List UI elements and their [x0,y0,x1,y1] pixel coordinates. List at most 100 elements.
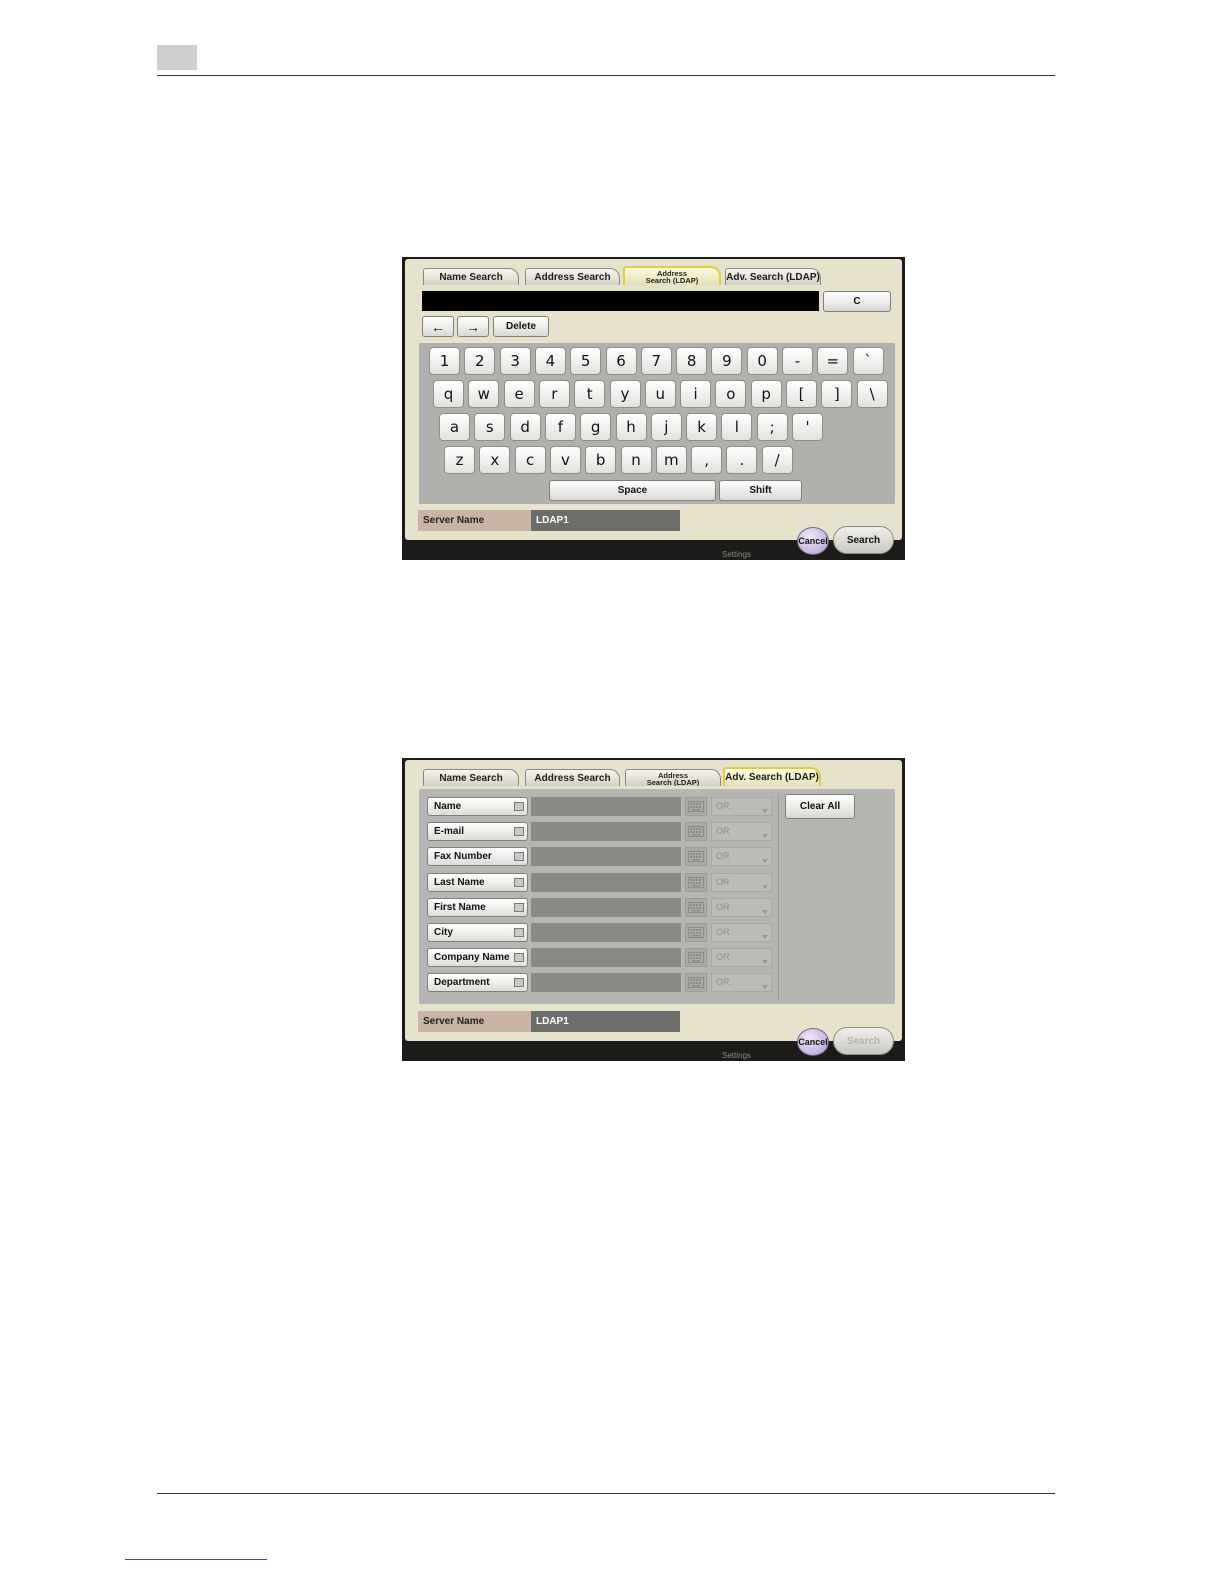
key[interactable]: i [680,380,712,408]
key[interactable]: r [538,380,570,408]
operator-select[interactable]: OR [711,923,772,942]
cancel-button[interactable]: Cancel [797,1028,829,1056]
server-name-value[interactable]: LDAP1 [531,510,680,531]
tab-name-search[interactable]: Name Search [423,268,519,285]
checkbox[interactable] [514,978,524,988]
key[interactable]: 9 [711,347,743,375]
checkbox[interactable] [514,802,524,811]
tab-address-search-ldap[interactable]: Address Search (LDAP) [623,266,721,285]
key[interactable]: 6 [605,347,637,375]
checkbox[interactable] [514,877,524,887]
clear-all-button[interactable]: Clear All [785,794,855,819]
key[interactable]: 7 [640,347,672,375]
operator-select[interactable]: OR [711,948,772,968]
field-value-input[interactable] [531,923,681,942]
checkbox[interactable] [514,902,524,912]
keyboard-button[interactable] [685,847,707,867]
key[interactable]: h [615,413,647,441]
field-value-input[interactable] [531,847,681,867]
key[interactable]: [ [786,380,817,408]
key[interactable]: n [620,446,652,474]
key[interactable]: p [750,380,782,408]
checkbox[interactable] [514,953,524,963]
key[interactable]: x [479,446,511,474]
tab-name-search[interactable]: Name Search [423,769,519,786]
keyboard-button[interactable] [685,948,707,968]
operator-select[interactable]: OR [711,847,772,867]
tab-address-search[interactable]: Address Search [525,268,620,285]
space-key[interactable]: Space [549,480,716,501]
key[interactable]: . [726,446,758,474]
keyboard-button[interactable] [685,872,707,892]
cursor-right-button[interactable]: → [457,316,489,337]
key[interactable]: 3 [499,347,531,375]
field-value-input[interactable] [531,797,681,816]
checkbox[interactable] [514,827,524,837]
field-button[interactable]: E-mail [427,822,528,842]
keyboard-button[interactable] [685,822,707,842]
key[interactable]: q [433,380,464,408]
key[interactable]: e [503,380,535,408]
key[interactable]: 4 [534,347,566,375]
key[interactable]: w [468,380,500,408]
search-button[interactable]: Search [833,526,894,554]
tab-address-search-ldap[interactable]: Address Search (LDAP) [625,769,721,786]
key[interactable]: z [444,446,475,474]
operator-select[interactable]: OR [711,897,772,917]
field-button[interactable]: First Name [427,897,528,917]
checkbox[interactable] [514,928,524,937]
operator-select[interactable]: OR [711,973,772,993]
key[interactable]: 1 [429,347,460,375]
key[interactable]: g [580,413,612,441]
field-value-input[interactable] [531,822,681,842]
key[interactable]: u [644,380,676,408]
key[interactable]: v [549,446,581,474]
operator-select[interactable]: OR [711,872,772,892]
key[interactable]: ` [852,347,884,375]
key[interactable]: s [474,413,506,441]
key[interactable]: t [574,380,606,408]
field-button[interactable]: City [427,923,528,942]
operator-select[interactable]: OR [711,797,772,816]
key[interactable]: j [650,413,682,441]
key[interactable]: , [691,446,723,474]
operator-select[interactable]: OR [711,822,772,842]
key[interactable]: d [509,413,541,441]
field-button[interactable]: Last Name [427,872,528,892]
tab-adv-search-ldap[interactable]: Adv. Search (LDAP) [723,767,821,786]
checkbox[interactable] [514,852,524,862]
field-value-input[interactable] [531,973,681,993]
key[interactable]: m [655,446,687,474]
key[interactable]: \ [856,380,888,408]
field-value-input[interactable] [531,897,681,917]
keyboard-button[interactable] [685,897,707,917]
keyboard-button[interactable] [685,923,707,942]
key[interactable]: - [782,347,813,375]
key[interactable]: c [514,446,546,474]
key[interactable]: a [439,413,470,441]
cancel-button[interactable]: Cancel [797,527,829,555]
tab-address-search[interactable]: Address Search [525,769,620,786]
field-value-input[interactable] [531,948,681,968]
search-text-display[interactable] [422,291,819,311]
key[interactable]: b [585,446,617,474]
key[interactable]: k [686,413,718,441]
cursor-left-button[interactable]: ← [422,316,454,337]
field-button[interactable]: Fax Number [427,847,528,867]
field-value-input[interactable] [531,872,681,892]
key[interactable]: y [609,380,641,408]
field-button[interactable]: Company Name [427,948,528,968]
key[interactable]: o [715,380,747,408]
field-button[interactable]: Name [427,797,528,816]
key[interactable]: / [761,446,793,474]
key[interactable]: 0 [746,347,778,375]
key[interactable]: 2 [464,347,496,375]
search-button[interactable]: Search [833,1027,894,1055]
shift-key[interactable]: Shift [719,480,802,501]
key[interactable]: 8 [676,347,708,375]
keyboard-button[interactable] [685,973,707,993]
clear-button[interactable]: C [823,291,891,312]
footer-link-underline[interactable] [125,1559,267,1560]
key[interactable]: ; [756,413,788,441]
key[interactable]: 5 [570,347,602,375]
